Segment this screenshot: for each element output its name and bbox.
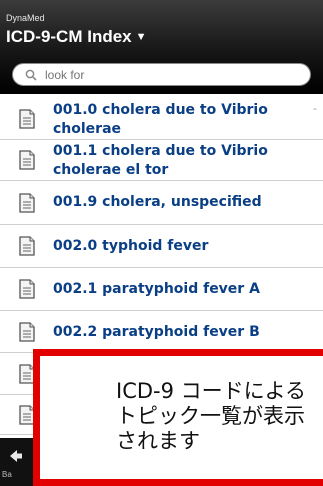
list-item-label: 002.0 typhoid fever (53, 238, 209, 254)
back-icon[interactable] (9, 449, 23, 463)
row-marker: - (313, 102, 317, 115)
list-item[interactable]: 002.2 paratyphoid fever B (0, 311, 323, 353)
back-label: Ba (2, 470, 12, 479)
list-item[interactable]: 002.0 typhoid fever (0, 225, 323, 268)
brand-name: DynaMed (6, 13, 45, 23)
callout-text: ICD-9 コードによる トピック一覧が表示 されます (116, 379, 307, 453)
document-icon (19, 322, 35, 342)
index-dropdown[interactable]: ICD-9-CM Index ▼ (6, 27, 147, 47)
list-item[interactable]: 002.1 paratyphoid fever A (0, 268, 323, 311)
list-item-label: 002.2 paratyphoid fever B (53, 324, 260, 340)
list-item[interactable]: 001.0 cholera due to Vibrio cholerae - (0, 98, 323, 140)
bottom-toolbar: Ba (0, 438, 33, 486)
app-header: DynaMed ICD-9-CM Index ▼ (0, 0, 323, 94)
search-icon (25, 69, 37, 81)
document-icon (19, 193, 35, 213)
list-item-label: 002.1 paratyphoid fever A (53, 281, 260, 297)
document-icon (19, 279, 35, 299)
document-icon (19, 236, 35, 256)
list-item[interactable]: 001.1 cholera due to Vibrio cholerae el … (0, 140, 323, 181)
search-bar[interactable] (12, 63, 311, 86)
document-icon (19, 109, 35, 129)
chevron-down-icon: ▼ (135, 31, 147, 43)
callout-annotation: ICD-9 コードによる トピック一覧が表示 されます (33, 349, 323, 486)
list-item-label: 001.1 cholera due to Vibrio cholerae el … (53, 143, 268, 178)
document-icon (19, 150, 35, 170)
list-item-label: 001.0 cholera due to Vibrio cholerae (53, 102, 268, 137)
search-input[interactable] (43, 66, 287, 83)
list-item-label: 001.9 cholera, unspecified (53, 194, 262, 210)
page-title: ICD-9-CM Index (6, 27, 132, 46)
list-item[interactable]: 001.9 cholera, unspecified (0, 181, 323, 225)
